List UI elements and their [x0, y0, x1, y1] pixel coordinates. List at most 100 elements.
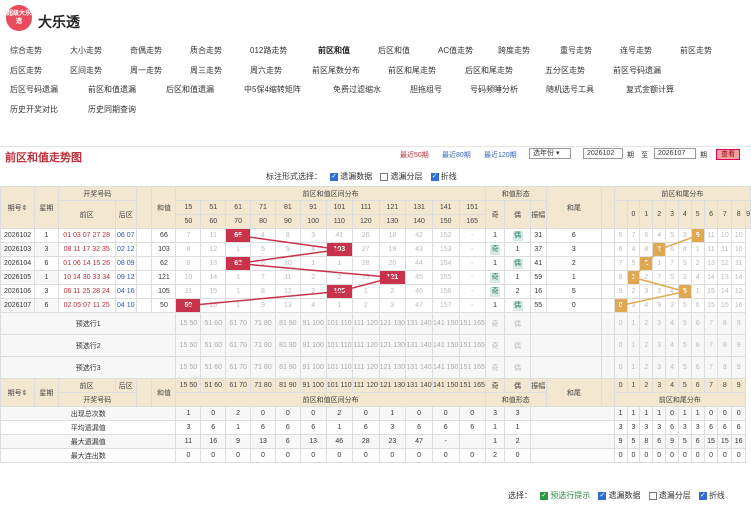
preview-range-cell[interactable]: 151 165 [458, 356, 486, 379]
preview-tail[interactable]: 6 [690, 312, 705, 335]
nav-link[interactable]: 012路走势 [250, 45, 287, 56]
preview-range-cell[interactable]: 51 60 [200, 334, 227, 357]
nav-link[interactable]: 区间走势 [70, 65, 102, 76]
preview-range-cell[interactable]: 151 165 [458, 312, 486, 335]
preview-tail[interactable]: 2 [639, 312, 654, 335]
preview-tail[interactable]: 2 [639, 334, 654, 357]
preview-odd[interactable]: 奇 [484, 334, 506, 357]
preview-tail[interactable]: 1 [626, 356, 641, 379]
preview-tail[interactable]: 8 [717, 356, 733, 379]
preview-tail[interactable] [601, 334, 615, 357]
nav-link[interactable]: 后区和值遗漏 [166, 84, 214, 95]
preview-range-cell[interactable]: 15 50 [175, 312, 202, 335]
preview-range-cell[interactable]: 61 70 [225, 356, 252, 379]
preview-tail[interactable]: 6 [690, 334, 705, 357]
preview-tail[interactable]: 7 [703, 312, 719, 335]
preview-tail[interactable]: 1 [626, 312, 641, 335]
nav-link[interactable]: 重号走势 [560, 45, 592, 56]
nav-link[interactable]: 质合走势 [190, 45, 222, 56]
missing-data-checkbox[interactable] [330, 172, 339, 181]
preview-range-cell[interactable]: 101 110 [325, 356, 354, 379]
preview-odd[interactable]: 奇 [484, 356, 506, 379]
year-select[interactable]: 选年份 ▾ [529, 148, 571, 159]
preview-tail[interactable]: 0 [613, 356, 628, 379]
preview-range-cell[interactable]: 121 130 [378, 334, 407, 357]
nav-link[interactable]: 历史开奖对比 [10, 104, 58, 115]
preview-tail[interactable]: 4 [665, 312, 679, 335]
preview-tail[interactable]: 4 [665, 334, 679, 357]
preview-tail[interactable]: 3 [652, 334, 667, 357]
nav-link[interactable]: 后区走势 [10, 65, 42, 76]
preview-range-cell[interactable]: 15 50 [175, 334, 202, 357]
preview-range-cell[interactable]: 91 100 [299, 356, 327, 379]
issue-sort-footer[interactable]: 期号⇕ [0, 378, 36, 407]
preview-tail[interactable]: 9 [731, 334, 747, 357]
preview-odd[interactable]: 奇 [484, 312, 506, 335]
preview-range-cell[interactable]: 61 70 [225, 312, 252, 335]
nav-link[interactable]: 跨度走势 [498, 45, 530, 56]
issue-sort-header[interactable]: 期号⇕ [0, 186, 36, 229]
nav-link[interactable]: 周一走势 [130, 65, 162, 76]
from-issue-input[interactable]: 2026102 [583, 148, 623, 159]
bottom-missing-checkbox[interactable] [598, 491, 607, 500]
preview-tail[interactable]: 8 [717, 312, 733, 335]
nav-link[interactable]: 连号走势 [620, 45, 652, 56]
preview-range-cell[interactable]: 101 110 [325, 312, 354, 335]
preview-range-cell[interactable]: 141 150 [431, 312, 460, 335]
nav-link[interactable]: 号码频睡分析 [470, 84, 518, 95]
query-button[interactable]: 查看 [716, 149, 740, 160]
nav-link[interactable]: 五分区走势 [545, 65, 585, 76]
nav-link[interactable]: 胆拖组号 [410, 84, 442, 95]
preview-tail[interactable]: 5 [677, 334, 692, 357]
recent-50-link[interactable]: 最近50期 [400, 150, 429, 160]
preview-range-cell[interactable]: 151 165 [458, 334, 486, 357]
nav-link[interactable]: 前区号码遗漏 [613, 65, 661, 76]
preview-range-cell[interactable]: 91 100 [299, 334, 327, 357]
nav-link[interactable]: 前区尾数分布 [312, 65, 360, 76]
nav-link[interactable]: 前区走势 [680, 45, 712, 56]
preview-tail[interactable]: 3 [652, 356, 667, 379]
preview-range-cell[interactable]: 131 140 [405, 312, 433, 335]
preview-range-cell[interactable]: 111 120 [352, 334, 380, 357]
polyline-checkbox[interactable] [430, 172, 439, 181]
nav-link[interactable]: 复式金额计算 [626, 84, 674, 95]
preview-range-cell[interactable]: 81 90 [274, 334, 301, 357]
preview-even[interactable]: 偶 [504, 334, 531, 357]
preview-tail[interactable]: 9 [731, 312, 747, 335]
nav-link[interactable]: 前区和值遗漏 [88, 84, 136, 95]
preview-tail[interactable]: 8 [717, 334, 733, 357]
nav-link[interactable]: 奇偶走势 [130, 45, 162, 56]
preview-tail[interactable]: 5 [677, 356, 692, 379]
preview-tail[interactable]: 7 [703, 334, 719, 357]
preview-range-cell[interactable]: 81 90 [274, 356, 301, 379]
nav-link[interactable]: AC值走势 [438, 45, 473, 56]
nav-link[interactable]: 后区号码遗漏 [10, 84, 58, 95]
preview-range-cell[interactable]: 81 90 [274, 312, 301, 335]
nav-link[interactable]: 历史同期查询 [88, 104, 136, 115]
preview-range-cell[interactable]: 15 50 [175, 356, 202, 379]
preview-tail[interactable]: 0 [613, 312, 628, 335]
nav-link[interactable]: 随机选号工具 [546, 84, 594, 95]
preview-range-cell[interactable]: 121 130 [378, 312, 407, 335]
preview-tail[interactable]: 5 [677, 312, 692, 335]
preview-tail[interactable] [601, 312, 615, 335]
nav-link[interactable]: 周三走势 [190, 65, 222, 76]
nav-link[interactable]: 后区和尾走势 [465, 65, 513, 76]
preview-range-cell[interactable]: 71 80 [250, 334, 276, 357]
preview-hint-checkbox[interactable] [540, 491, 549, 500]
bottom-layer-checkbox[interactable] [648, 491, 657, 500]
preview-range-cell[interactable]: 111 120 [352, 312, 380, 335]
preview-range-cell[interactable]: 61 70 [225, 334, 252, 357]
preview-tail[interactable]: 1 [626, 334, 641, 357]
preview-range-cell[interactable]: 131 140 [405, 356, 433, 379]
preview-range-cell[interactable]: 51 60 [200, 356, 227, 379]
preview-range-cell[interactable]: 51 60 [200, 312, 227, 335]
preview-range-cell[interactable]: 141 150 [431, 334, 460, 357]
nav-link[interactable]: 后区和值 [378, 45, 410, 56]
preview-range-cell[interactable]: 131 140 [405, 334, 433, 357]
preview-tail[interactable]: 3 [652, 312, 667, 335]
preview-tail[interactable]: 0 [613, 334, 628, 357]
recent-80-link[interactable]: 最近80期 [442, 150, 471, 160]
nav-link[interactable]: 免费过滤缩水 [333, 84, 381, 95]
preview-range-cell[interactable]: 111 120 [352, 356, 380, 379]
